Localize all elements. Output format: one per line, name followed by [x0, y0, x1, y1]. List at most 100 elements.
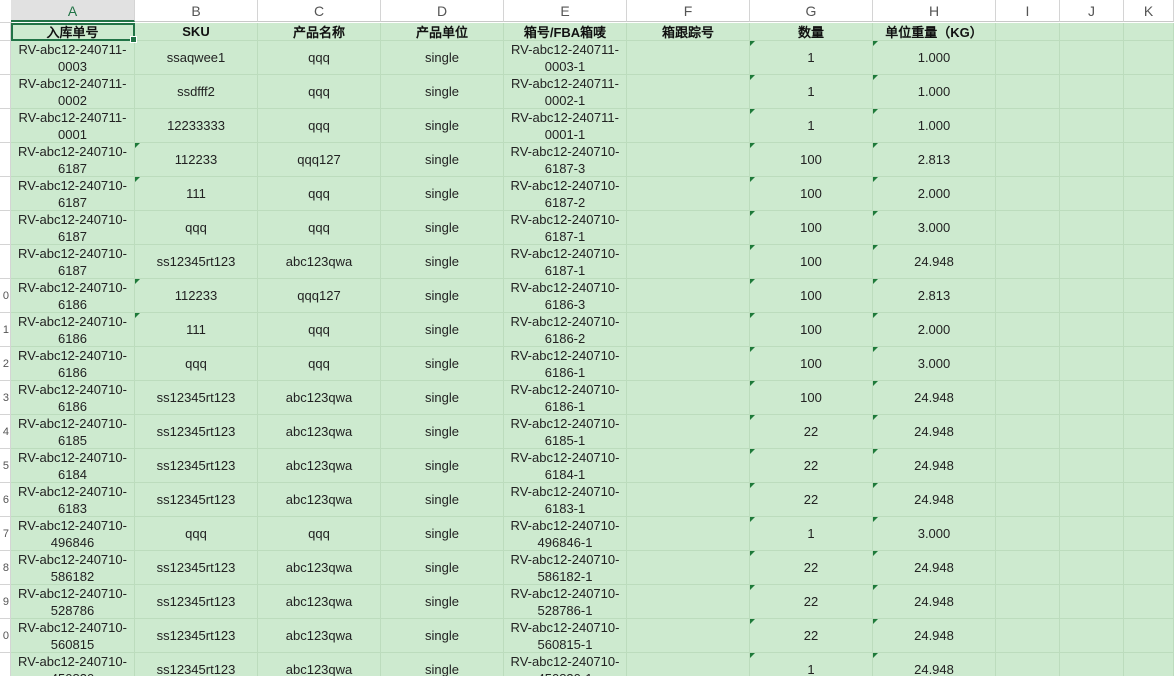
- cell-j[interactable]: [1060, 585, 1124, 619]
- cell-h[interactable]: 24.948: [873, 483, 996, 517]
- row-header[interactable]: 4: [0, 415, 11, 449]
- cell-f[interactable]: [627, 41, 750, 75]
- cell-e[interactable]: RV-abc12-240710-6185-1: [504, 415, 627, 449]
- row-header[interactable]: 5: [0, 449, 11, 483]
- cell-e[interactable]: RV-abc12-240710-6184-1: [504, 449, 627, 483]
- header-cell-e[interactable]: 箱号/FBA箱唛: [504, 23, 627, 41]
- cell-g[interactable]: 1: [750, 517, 873, 551]
- cell-i[interactable]: [996, 109, 1060, 143]
- cell-f[interactable]: [627, 415, 750, 449]
- cell-c[interactable]: abc123qwa: [258, 551, 381, 585]
- cell-k[interactable]: [1124, 279, 1174, 313]
- cell-e[interactable]: RV-abc12-240711-0003-1: [504, 41, 627, 75]
- row-header[interactable]: 1: [0, 313, 11, 347]
- row-header[interactable]: [0, 177, 11, 211]
- cell-a[interactable]: RV-abc12-240711-0002: [11, 75, 135, 109]
- cell-d[interactable]: single: [381, 347, 504, 381]
- cell-b[interactable]: qqq: [135, 347, 258, 381]
- cell-d[interactable]: single: [381, 313, 504, 347]
- cell-grid[interactable]: 入库单号 SKU 产品名称 产品单位 箱号/FBA箱唛 箱跟踪号 数量 单位重量（KG） RV-…: [11, 23, 1174, 676]
- cell-b[interactable]: ss12345rt123: [135, 551, 258, 585]
- cell-g[interactable]: 100: [750, 177, 873, 211]
- cell-c[interactable]: qqq: [258, 41, 381, 75]
- cell-i[interactable]: [996, 41, 1060, 75]
- header-cell-h[interactable]: 单位重量（KG）: [873, 23, 996, 41]
- column-header-a[interactable]: A: [11, 0, 135, 22]
- cell-a[interactable]: RV-abc12-240710-6184: [11, 449, 135, 483]
- cell-a[interactable]: RV-abc12-240710-6187: [11, 177, 135, 211]
- cell-c[interactable]: abc123qwa: [258, 449, 381, 483]
- cell-g[interactable]: 22: [750, 483, 873, 517]
- row-header[interactable]: [0, 41, 11, 75]
- cell-c[interactable]: abc123qwa: [258, 381, 381, 415]
- header-cell-g[interactable]: 数量: [750, 23, 873, 41]
- header-cell-c[interactable]: 产品名称: [258, 23, 381, 41]
- cell-i[interactable]: [996, 653, 1060, 676]
- cell-g[interactable]: 1: [750, 653, 873, 676]
- cell-b[interactable]: ssdfff2: [135, 75, 258, 109]
- cell-h[interactable]: 24.948: [873, 449, 996, 483]
- cell-a[interactable]: RV-abc12-240710-6186: [11, 381, 135, 415]
- cell-b[interactable]: ss12345rt123: [135, 381, 258, 415]
- cell-h[interactable]: 24.948: [873, 381, 996, 415]
- cell-d[interactable]: single: [381, 653, 504, 676]
- cell-g[interactable]: 1: [750, 75, 873, 109]
- cell-j[interactable]: [1060, 483, 1124, 517]
- cell-a[interactable]: RV-abc12-240710-6186: [11, 313, 135, 347]
- column-header-b[interactable]: B: [135, 0, 258, 22]
- cell-h[interactable]: 24.948: [873, 619, 996, 653]
- cell-e[interactable]: RV-abc12-240710-560815-1: [504, 619, 627, 653]
- cell-f[interactable]: [627, 551, 750, 585]
- cell-a[interactable]: RV-abc12-240710-586182: [11, 551, 135, 585]
- cell-e[interactable]: RV-abc12-240711-0001-1: [504, 109, 627, 143]
- cell-c[interactable]: qqq127: [258, 279, 381, 313]
- cell-g[interactable]: 22: [750, 415, 873, 449]
- cell-g[interactable]: 100: [750, 381, 873, 415]
- column-header-j[interactable]: J: [1060, 0, 1124, 22]
- cell-i[interactable]: [996, 483, 1060, 517]
- cell-a[interactable]: RV-abc12-240710-6187: [11, 211, 135, 245]
- cell-b[interactable]: 112233: [135, 143, 258, 177]
- cell-k[interactable]: [1124, 653, 1174, 676]
- cell-e[interactable]: RV-abc12-240710-528786-1: [504, 585, 627, 619]
- cell-c[interactable]: qqq: [258, 211, 381, 245]
- cell-k[interactable]: [1124, 347, 1174, 381]
- cell-e[interactable]: RV-abc12-240710-6186-1: [504, 381, 627, 415]
- cell-a[interactable]: RV-abc12-240710-6187: [11, 143, 135, 177]
- cell-d[interactable]: single: [381, 177, 504, 211]
- cell-c[interactable]: qqq: [258, 75, 381, 109]
- cell-d[interactable]: single: [381, 517, 504, 551]
- cell-g[interactable]: 22: [750, 585, 873, 619]
- cell-c[interactable]: abc123qwa: [258, 245, 381, 279]
- cell-b[interactable]: ss12345rt123: [135, 415, 258, 449]
- cell-k[interactable]: [1124, 483, 1174, 517]
- cell-b[interactable]: ss12345rt123: [135, 653, 258, 676]
- cell-f[interactable]: [627, 517, 750, 551]
- cell-j[interactable]: [1060, 517, 1124, 551]
- cell-f[interactable]: [627, 143, 750, 177]
- cell-f[interactable]: [627, 381, 750, 415]
- cell-f[interactable]: [627, 211, 750, 245]
- cell-d[interactable]: single: [381, 415, 504, 449]
- cell-h[interactable]: 1.000: [873, 41, 996, 75]
- row-header[interactable]: [0, 23, 11, 41]
- cell-h[interactable]: 3.000: [873, 211, 996, 245]
- header-cell-f[interactable]: 箱跟踪号: [627, 23, 750, 41]
- row-header[interactable]: 6: [0, 483, 11, 517]
- cell-g[interactable]: 100: [750, 143, 873, 177]
- cell-b[interactable]: qqq: [135, 517, 258, 551]
- cell-b[interactable]: 111: [135, 177, 258, 211]
- cell-k[interactable]: [1124, 517, 1174, 551]
- row-header[interactable]: 8: [0, 551, 11, 585]
- cell-b[interactable]: ss12345rt123: [135, 245, 258, 279]
- cell-j[interactable]: [1060, 41, 1124, 75]
- cell-i[interactable]: [996, 517, 1060, 551]
- cell-f[interactable]: [627, 483, 750, 517]
- column-header-c[interactable]: C: [258, 0, 381, 22]
- cell-e[interactable]: RV-abc12-240710-6187-1: [504, 211, 627, 245]
- cell-c[interactable]: abc123qwa: [258, 483, 381, 517]
- cell-f[interactable]: [627, 245, 750, 279]
- cell-c[interactable]: qqq: [258, 517, 381, 551]
- cell-d[interactable]: single: [381, 483, 504, 517]
- cell-e[interactable]: RV-abc12-240711-0002-1: [504, 75, 627, 109]
